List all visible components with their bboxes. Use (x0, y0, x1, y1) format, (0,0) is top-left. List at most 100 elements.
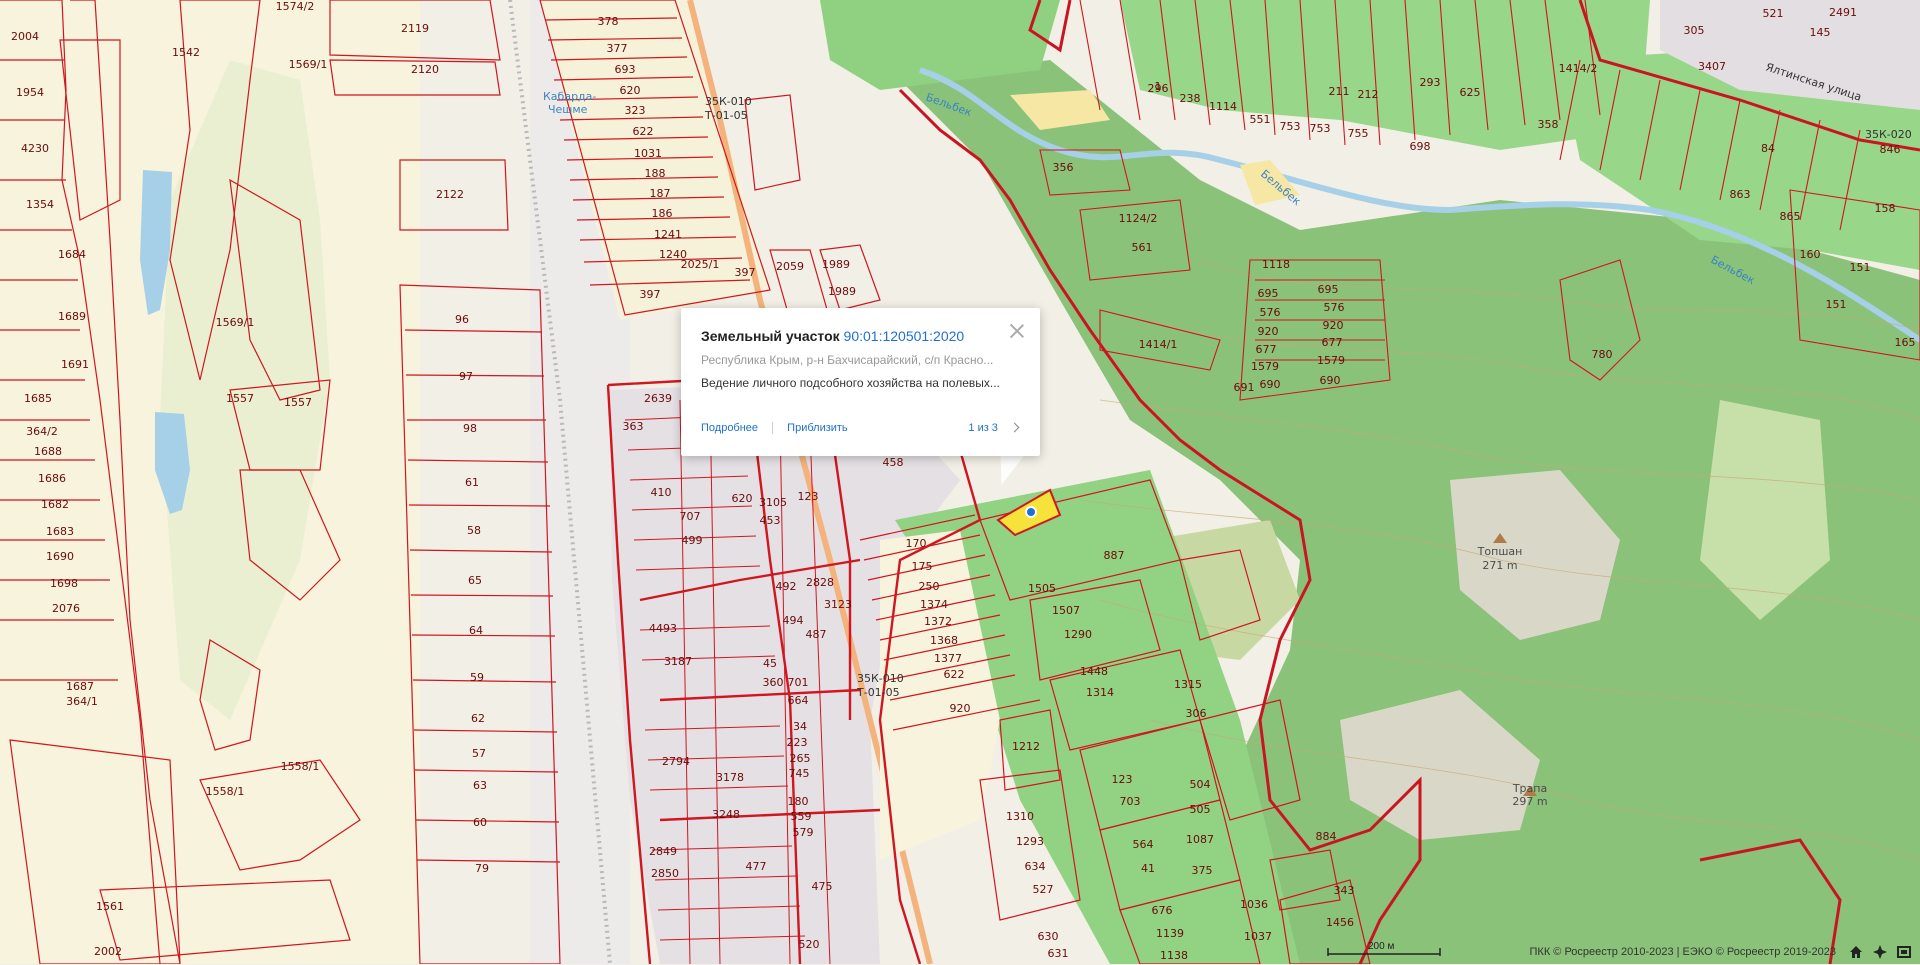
parcel-label[interactable]: 2849 (649, 845, 677, 858)
parcel-label[interactable]: 187 (650, 187, 671, 200)
parcel-label[interactable]: 1989 (828, 285, 856, 298)
parcel-label[interactable]: 499 (682, 534, 703, 547)
parcel-label[interactable]: 59 (470, 671, 484, 684)
parcel-label[interactable]: 1687 (66, 680, 94, 693)
parcel-label[interactable]: 96 (455, 313, 469, 326)
parcel-label[interactable]: 61 (465, 476, 479, 489)
parcel-label[interactable]: 703 (1120, 795, 1141, 808)
parcel-label[interactable]: 2639 (644, 392, 672, 405)
parcel-label[interactable]: 4230 (21, 142, 49, 155)
parcel-label[interactable]: 865 (1780, 210, 1801, 223)
parcel-label[interactable]: 1989 (822, 258, 850, 271)
parcel-label[interactable]: 1558/1 (206, 785, 245, 798)
parcel-label[interactable]: 1684 (58, 248, 86, 261)
parcel-label[interactable]: 211 (1329, 85, 1350, 98)
parcel-label[interactable]: 188 (645, 167, 666, 180)
parcel-label[interactable]: 364/1 (66, 695, 98, 708)
parcel-label[interactable]: 521 (1763, 7, 1784, 20)
parcel-label[interactable]: 695 (1258, 287, 1279, 300)
parcel-label[interactable]: 1507 (1052, 604, 1080, 617)
parcel-label[interactable]: 45 (763, 657, 777, 670)
parcel-label[interactable]: 2119 (401, 22, 429, 35)
parcel-label[interactable]: 1293 (1016, 835, 1044, 848)
parcel-label[interactable]: 707 (680, 510, 701, 523)
parcel-label[interactable]: 160 (1800, 248, 1821, 261)
parcel-label[interactable]: 3407 (1698, 60, 1726, 73)
parcel-label[interactable]: 175 (912, 560, 933, 573)
parcel-label[interactable]: 1569/1 (216, 316, 255, 329)
parcel-label[interactable]: 1314 (1086, 686, 1114, 699)
parcel-label[interactable]: 3178 (716, 771, 744, 784)
parcel-label[interactable]: 887 (1104, 549, 1125, 562)
parcel-label[interactable]: 1569/1 (289, 58, 328, 71)
parcel-label[interactable]: 1368 (930, 634, 958, 647)
parcel-label[interactable]: 698 (1410, 140, 1431, 153)
parcel-label[interactable]: 63 (473, 779, 487, 792)
parcel-label[interactable]: 504 (1190, 778, 1211, 791)
parcel-label[interactable]: 1315 (1174, 678, 1202, 691)
parcel-label[interactable]: 2794 (662, 755, 690, 768)
parcel-label[interactable]: 755 (1348, 127, 1369, 140)
parcel-label[interactable]: 97 (459, 370, 473, 383)
parcel-label[interactable]: 564 (1133, 838, 1154, 851)
parcel-label[interactable]: 2004 (11, 30, 39, 43)
cadastral-map[interactable]: 35К-010 Т-01-05 35К-010 Т-01-05 35К-020 … (0, 0, 1920, 964)
parcel-label[interactable]: 1114 (1209, 100, 1237, 113)
parcel-label[interactable]: 1691 (61, 358, 89, 371)
parcel-label[interactable]: 884 (1316, 830, 1337, 843)
parcel-label[interactable]: 1448 (1080, 665, 1108, 678)
parcel-label[interactable]: 123 (1112, 773, 1133, 786)
parcel-label[interactable]: 1682 (41, 498, 69, 511)
parcel-label[interactable]: 753 (1280, 120, 1301, 133)
parcel-label[interactable]: 745 (789, 767, 810, 780)
parcel-label[interactable]: 664 (788, 694, 809, 707)
parcel-label[interactable]: 3123 (824, 598, 852, 611)
parcel-label[interactable]: 98 (463, 422, 477, 435)
parcel-label[interactable]: 1241 (654, 228, 682, 241)
parcel-label[interactable]: 1579 (1317, 354, 1345, 367)
parcel-label[interactable]: 1414/2 (1559, 62, 1598, 75)
parcel-label[interactable]: 1290 (1064, 628, 1092, 641)
parcel-label[interactable]: 2076 (52, 602, 80, 615)
parcel-label[interactable]: 1138 (1160, 949, 1188, 962)
parcel-label[interactable]: 453 (760, 514, 781, 527)
parcel-label[interactable]: 1036 (1240, 898, 1268, 911)
parcel-label[interactable]: 1698 (50, 577, 78, 590)
parcel-label[interactable]: 505 (1190, 803, 1211, 816)
parcel-label[interactable]: 41 (1141, 862, 1155, 875)
parcel-label[interactable]: 2025/1 (681, 258, 720, 271)
home-icon[interactable] (1848, 944, 1864, 960)
parcel-label[interactable]: 1579 (1251, 360, 1279, 373)
zoom-link[interactable]: Приблизить (787, 422, 848, 434)
parcel-label[interactable]: 475 (812, 880, 833, 893)
parcel-label[interactable]: 343 (1334, 884, 1355, 897)
parcel-label[interactable]: 212 (1358, 88, 1379, 101)
parcel-label[interactable]: 306 (1186, 707, 1207, 720)
parcel-label[interactable]: 62 (471, 712, 485, 725)
parcel-label[interactable]: 693 (615, 63, 636, 76)
popup-cadastral-number[interactable]: 90:01:120501:2020 (844, 328, 965, 344)
parcel-label[interactable]: 84 (1761, 142, 1775, 155)
chevron-right-icon[interactable] (1009, 422, 1020, 433)
parcel-label[interactable]: 1685 (24, 392, 52, 405)
parcel-label[interactable]: 57 (472, 747, 486, 760)
parcel-label[interactable]: 397 (640, 288, 661, 301)
parcel-label[interactable]: 1686 (38, 472, 66, 485)
parcel-label[interactable]: 1118 (1262, 258, 1290, 271)
parcel-label[interactable]: 631 (1048, 947, 1069, 960)
parcel-label[interactable]: 620 (620, 84, 641, 97)
parcel-label[interactable]: 487 (806, 628, 827, 641)
parcel-label[interactable]: 1690 (46, 550, 74, 563)
parcel-label[interactable]: 1139 (1156, 927, 1184, 940)
parcel-label[interactable]: 2059 (776, 260, 804, 273)
parcel-label[interactable]: 1456 (1326, 916, 1354, 929)
parcel-label[interactable]: 579 (793, 826, 814, 839)
parcel-label[interactable]: 2120 (411, 63, 439, 76)
parcel-label[interactable]: 410 (651, 486, 672, 499)
parcel-label[interactable]: 492 (776, 580, 797, 593)
parcel-label[interactable]: 1087 (1186, 833, 1214, 846)
parcel-label[interactable]: 551 (1250, 113, 1271, 126)
parcel-label[interactable]: 559 (791, 810, 812, 823)
parcel-label[interactable]: 378 (598, 15, 619, 28)
parcel-label[interactable]: 186 (652, 207, 673, 220)
